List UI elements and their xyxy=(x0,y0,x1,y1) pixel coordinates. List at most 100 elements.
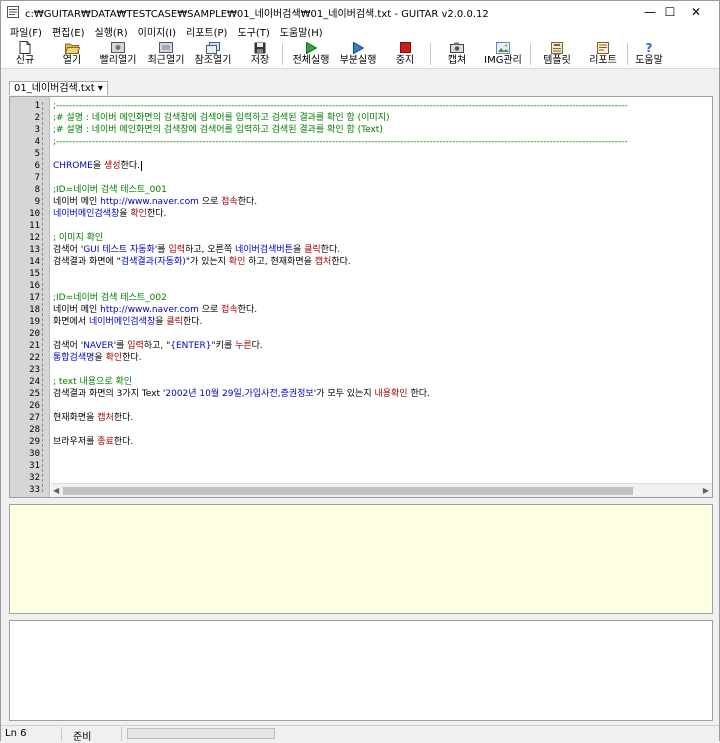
code-line[interactable] xyxy=(51,328,712,340)
line-number: 17 xyxy=(29,293,40,303)
scrollbar-thumb[interactable] xyxy=(63,487,633,495)
code-line[interactable]: 검색어 'GUI 테스트 자동화'를 입력하고, 오른쪽 네이버검색버튼을 클릭… xyxy=(51,244,712,256)
line-number: 21 xyxy=(29,341,40,351)
capture-button[interactable]: 캡쳐 xyxy=(443,41,471,68)
status-divider xyxy=(121,727,122,741)
save-button[interactable]: 저장 xyxy=(246,41,274,68)
code-line[interactable]: 현재화면을 캡처한다. xyxy=(51,412,712,424)
code-line[interactable] xyxy=(51,280,712,292)
quick-open-button[interactable]: 빨리열기 xyxy=(98,41,138,68)
open-button[interactable]: 열기 xyxy=(58,41,86,68)
code-token: 을 xyxy=(94,353,106,363)
line-number: 9 xyxy=(34,197,40,207)
menu-edit[interactable]: 편집(E) xyxy=(47,24,90,39)
code-line[interactable] xyxy=(51,424,712,436)
tab-script-file[interactable]: 01_네이버검색.txt ▾ xyxy=(9,81,108,95)
menu-help[interactable]: 도움말(H) xyxy=(275,24,328,39)
code-line[interactable]: ;---------------------------------------… xyxy=(51,136,712,148)
code-line[interactable] xyxy=(51,268,712,280)
output-pane[interactable] xyxy=(9,504,713,614)
line-number: 10 xyxy=(29,209,40,219)
toolbar-separator xyxy=(530,43,531,65)
code-line[interactable]: 검색결과 화면의 3가지 Text '2002년 10월 29일,가입사전,증권… xyxy=(51,388,712,400)
code-line[interactable]: 검색결과 화면에 "검색결과(자동화)"가 있는지 확인 하고, 현재화면을 캡… xyxy=(51,256,712,268)
run-partial-icon xyxy=(350,41,366,54)
code-token: ;---------------------------------------… xyxy=(53,137,628,147)
code-line[interactable] xyxy=(51,460,712,472)
svg-text:?: ? xyxy=(646,41,653,54)
line-number: 26 xyxy=(29,401,40,411)
code-area[interactable]: ;---------------------------------------… xyxy=(51,97,712,481)
code-line[interactable]: 화면에서 네이버메인검색창을 클릭한다. xyxy=(51,316,712,328)
line-number: 16 xyxy=(29,281,40,291)
code-line[interactable]: 네이버 메인 http://www.naver.com 으로 접속한다. xyxy=(51,304,712,316)
menu-report[interactable]: 리포트(P) xyxy=(181,24,232,39)
line-number: 28 xyxy=(29,425,40,435)
line-number: 31 xyxy=(29,461,40,471)
status-bar: Ln 6 준비 xyxy=(1,725,719,743)
help-button[interactable]: ? 도움말 xyxy=(633,41,665,68)
code-line[interactable]: 네이버메인검색창을 확인한다. xyxy=(51,208,712,220)
code-token: 검색결과 화면에 " xyxy=(53,257,121,267)
line-number: 24 xyxy=(29,377,40,387)
code-line[interactable]: CHROME을 생성한다. xyxy=(51,160,712,172)
code-line[interactable]: ;---------------------------------------… xyxy=(51,100,712,112)
code-line[interactable] xyxy=(51,148,712,160)
line-number: 15 xyxy=(29,269,40,279)
log-pane[interactable] xyxy=(9,620,713,721)
code-line[interactable]: ; text 내용으로 확인 xyxy=(51,376,712,388)
code-token: 한다. xyxy=(407,389,430,399)
code-token: 하고, " xyxy=(143,341,171,351)
code-line[interactable] xyxy=(51,400,712,412)
scroll-right-icon[interactable]: ▶ xyxy=(703,486,709,495)
code-token: 네이버 메인 xyxy=(53,305,101,315)
menu-file[interactable]: 파일(F) xyxy=(5,24,47,39)
line-number: 18 xyxy=(29,305,40,315)
template-icon xyxy=(549,41,565,54)
code-line[interactable]: 네이버 메인 http://www.naver.com 으로 접속한다. xyxy=(51,196,712,208)
code-line[interactable]: ;# 설명 : 네이버 메인화면의 검색창에 검색어를 입력하고 검색된 결과를… xyxy=(51,112,712,124)
code-token: 네이버메인검색창 xyxy=(53,209,120,219)
code-line[interactable]: 통합검색명을 확인한다. xyxy=(51,352,712,364)
run-all-button[interactable]: 전체실행 xyxy=(291,41,331,68)
run-partial-button[interactable]: 부분실행 xyxy=(338,41,378,68)
menu-image[interactable]: 이미지(I) xyxy=(133,24,181,39)
code-line[interactable]: ;# 설명 : 네이버 메인화면의 검색창에 검색어를 입력하고 검색된 결과를… xyxy=(51,124,712,136)
new-button[interactable]: 신규 xyxy=(11,41,39,68)
toolbar-separator xyxy=(430,43,431,65)
code-line[interactable]: 검색어 'NAVER'를 입력하고, "{ENTER}"키를 누른다. xyxy=(51,340,712,352)
help-icon: ? xyxy=(641,41,657,54)
code-token: 한다. xyxy=(113,413,134,423)
code-token: 한다. xyxy=(331,257,351,267)
line-number: 19 xyxy=(29,317,40,327)
scroll-left-icon[interactable]: ◀ xyxy=(53,486,59,495)
code-line[interactable]: ;ID=네이버 검색 테스트_002 xyxy=(51,292,712,304)
stop-button[interactable]: 중지 xyxy=(391,41,419,68)
horizontal-scrollbar[interactable]: ◀ ▶ xyxy=(51,483,712,497)
code-token: 한다. xyxy=(237,197,258,207)
menu-tools[interactable]: 도구(T) xyxy=(232,24,274,39)
code-token: 검색어 ' xyxy=(53,341,84,351)
code-token: 검색결과(자동화) xyxy=(120,257,186,267)
code-line[interactable]: ; 이미지 확인 xyxy=(51,232,712,244)
code-line[interactable]: 브라우저를 종료한다. xyxy=(51,436,712,448)
code-line[interactable] xyxy=(51,448,712,460)
template-button[interactable]: 템플릿 xyxy=(539,41,575,68)
code-line[interactable] xyxy=(51,364,712,376)
code-line[interactable] xyxy=(51,172,712,184)
code-token: 접속 xyxy=(221,197,238,207)
line-number: 5 xyxy=(34,149,40,159)
recent-open-button[interactable]: 최근열기 xyxy=(146,41,186,68)
image-manage-button[interactable]: IMG관리 xyxy=(483,41,523,68)
report-button[interactable]: 리포트 xyxy=(587,41,619,68)
code-token: GUI 테스트 자동화 xyxy=(83,245,155,255)
title-bar: c:₩GUITAR₩DATA₩TESTCASE₩SAMPLE₩01_네이버검색₩… xyxy=(1,1,719,23)
status-divider xyxy=(61,727,62,741)
close-button[interactable]: ✕ xyxy=(673,1,719,23)
code-line[interactable]: ;ID=네이버 검색 테스트_001 xyxy=(51,184,712,196)
code-line[interactable] xyxy=(51,220,712,232)
script-editor[interactable]: 1 2 3 4 5 6 7 8 9 10 11 12 13 14 15 16 17 18 19 20 21 22 23 24 2… xyxy=(9,96,713,498)
reference-open-button[interactable]: 참조열기 xyxy=(193,41,233,68)
recent-open-icon xyxy=(158,41,174,54)
menu-run[interactable]: 실행(R) xyxy=(90,24,133,39)
